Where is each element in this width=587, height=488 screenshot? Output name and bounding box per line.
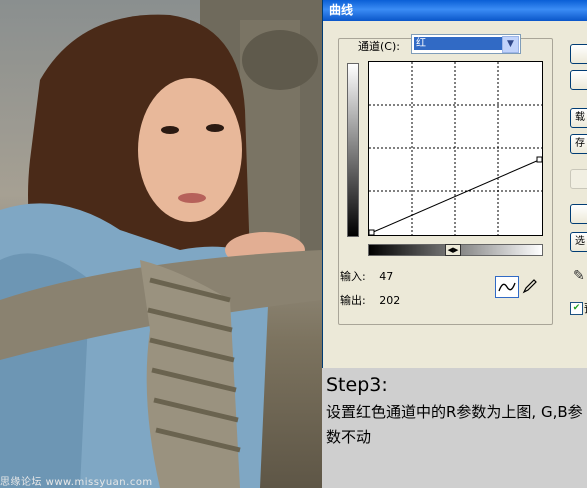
portrait-photo: [0, 0, 322, 488]
output-readout: 输出: 202: [340, 292, 400, 308]
eyedropper-icon[interactable]: ✎: [573, 268, 585, 284]
cancel-button[interactable]: [570, 70, 587, 90]
curve-point-start: [369, 229, 375, 235]
channel-select[interactable]: 红 ▼: [411, 34, 521, 54]
pencil-tool-icon[interactable]: [521, 277, 539, 295]
channel-selected-value: 红: [414, 37, 502, 50]
save-button[interactable]: 存: [570, 134, 587, 154]
input-label: 输入:: [340, 270, 366, 283]
chevron-down-icon[interactable]: ▼: [502, 36, 519, 53]
options-button[interactable]: 选: [570, 232, 587, 252]
dialog-titlebar[interactable]: 曲线: [323, 0, 587, 21]
output-label: 输出:: [340, 294, 366, 307]
curve-tool-icon[interactable]: [495, 276, 519, 298]
smooth-button[interactable]: [570, 169, 587, 189]
curve-point-end: [536, 156, 542, 163]
ok-button[interactable]: [570, 44, 587, 64]
gradient-toggle-icon[interactable]: ◀▶: [445, 244, 461, 256]
curves-dialog: 曲线 通道(C): 红 ▼ ◀▶ 输入: 47 输出: 202 载 存 选 ✎ …: [322, 0, 587, 368]
preview-checkbox[interactable]: ✔: [570, 302, 583, 315]
output-gradient-bar: [347, 63, 359, 237]
input-value: 47: [379, 270, 394, 283]
watermark-text: 思缘论坛 www.missyuan.com: [0, 477, 153, 488]
auto-button[interactable]: [570, 204, 587, 224]
load-button[interactable]: 载: [570, 108, 587, 128]
input-readout: 输入: 47: [340, 268, 393, 284]
step-title: Step3:: [326, 374, 388, 396]
step-description: 设置红色通道中的R参数为上图, G,B参数不动: [326, 403, 583, 446]
caption-panel: Step3: 设置红色通道中的R参数为上图, G,B参数不动: [322, 368, 587, 488]
curve-graph[interactable]: [368, 61, 543, 236]
photo: 思缘论坛 www.missyuan.com: [0, 0, 322, 488]
channel-label: 通道(C):: [358, 40, 400, 53]
dialog-title: 曲线: [329, 3, 354, 17]
output-value: 202: [379, 294, 401, 307]
